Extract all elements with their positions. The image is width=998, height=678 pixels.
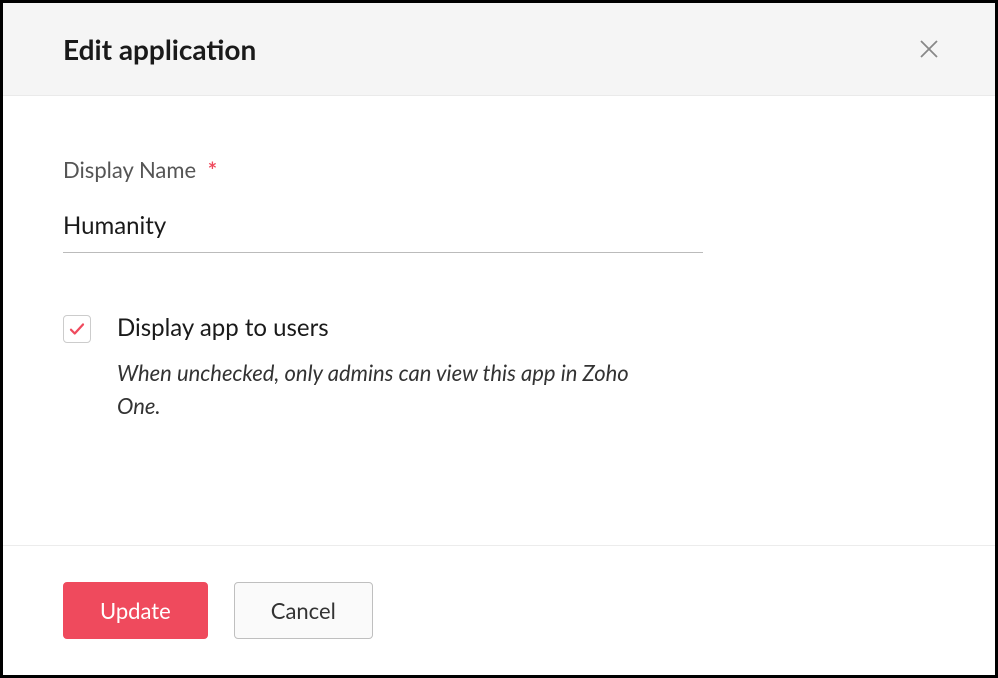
display-name-label: Display Name * [63, 156, 217, 183]
display-to-users-label: Display app to users [117, 313, 935, 342]
dialog-footer: Update Cancel [3, 545, 995, 675]
close-icon [917, 37, 941, 61]
edit-application-dialog: Edit application Display Name * [0, 0, 998, 678]
required-asterisk: * [208, 156, 217, 183]
display-to-users-group: Display app to users When unchecked, onl… [63, 313, 935, 422]
dialog-header: Edit application [3, 3, 995, 96]
checkmark-icon [68, 320, 86, 338]
checkbox-content: Display app to users When unchecked, onl… [117, 313, 935, 422]
dialog-body: Display Name * Display app to users When… [3, 96, 995, 545]
dialog-title: Edit application [63, 32, 256, 66]
display-name-label-text: Display Name [63, 156, 196, 183]
display-to-users-checkbox[interactable] [63, 315, 91, 343]
display-name-group: Display Name * [63, 156, 935, 253]
cancel-button[interactable]: Cancel [234, 582, 373, 639]
close-button[interactable] [911, 31, 947, 67]
update-button[interactable]: Update [63, 582, 208, 639]
display-name-input[interactable] [63, 203, 703, 253]
display-to-users-help: When unchecked, only admins can view thi… [117, 356, 677, 422]
